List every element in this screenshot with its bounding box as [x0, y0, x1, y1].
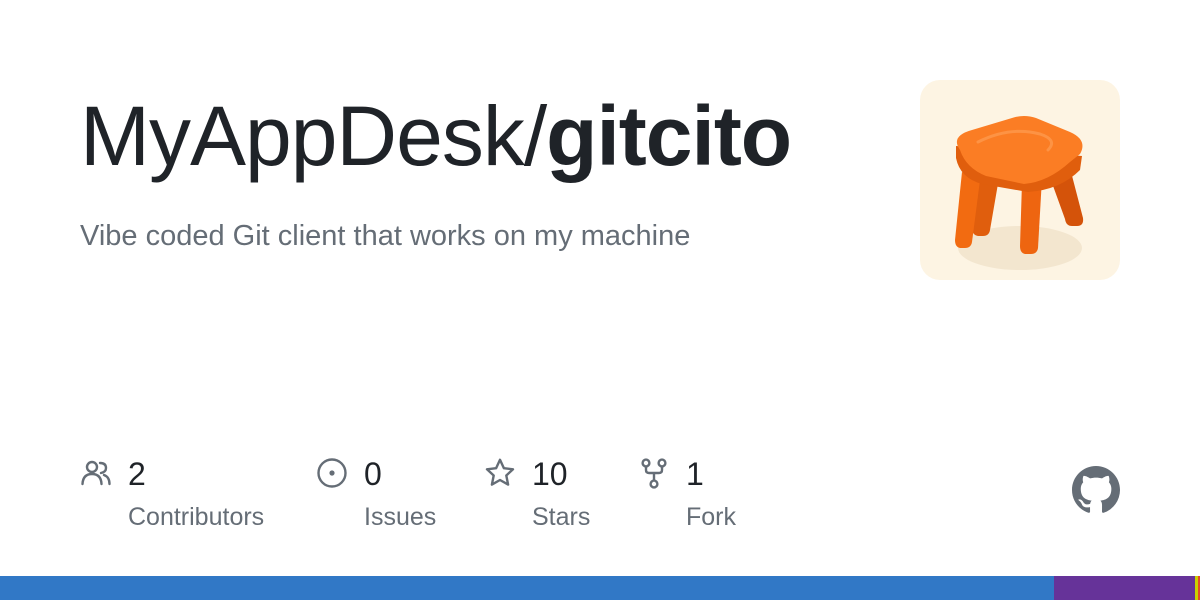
- stat-value: 2: [128, 456, 146, 492]
- language-bar: [0, 576, 1200, 600]
- repo-avatar: [920, 80, 1120, 280]
- star-icon: [485, 458, 515, 486]
- language-bar-segment: [0, 576, 1054, 600]
- stat-forks[interactable]: 1 Fork: [638, 452, 758, 542]
- stat-label: Issues: [364, 503, 437, 531]
- github-mark-icon[interactable]: [1072, 466, 1120, 514]
- issue-opened-icon: [317, 458, 347, 488]
- stat-stars[interactable]: 10 Stars: [484, 452, 614, 542]
- social-preview-card: MyAppDesk/gitcito Vibe coded Git client …: [0, 0, 1200, 600]
- repo-description: Vibe coded Git client that works on my m…: [80, 220, 691, 252]
- repo-owner[interactable]: MyAppDesk: [80, 89, 525, 183]
- stat-contributors[interactable]: 2 Contributors: [80, 452, 280, 542]
- stat-value: 1: [686, 456, 704, 492]
- repo-name[interactable]: gitcito: [546, 89, 792, 183]
- stat-issues[interactable]: 0 Issues: [316, 452, 456, 542]
- repo-title[interactable]: MyAppDesk/gitcito: [80, 86, 792, 186]
- repo-separator: /: [523, 89, 547, 183]
- stat-value: 0: [364, 456, 382, 492]
- language-bar-segment: [1053, 576, 1196, 600]
- repo-forked-icon: [641, 458, 667, 489]
- stat-label: Fork: [686, 503, 736, 531]
- people-icon: [81, 460, 111, 486]
- stat-label: Stars: [532, 503, 591, 531]
- orange-stool-icon: [955, 116, 1084, 270]
- stat-label: Contributors: [128, 503, 265, 531]
- stat-value: 10: [532, 456, 568, 492]
